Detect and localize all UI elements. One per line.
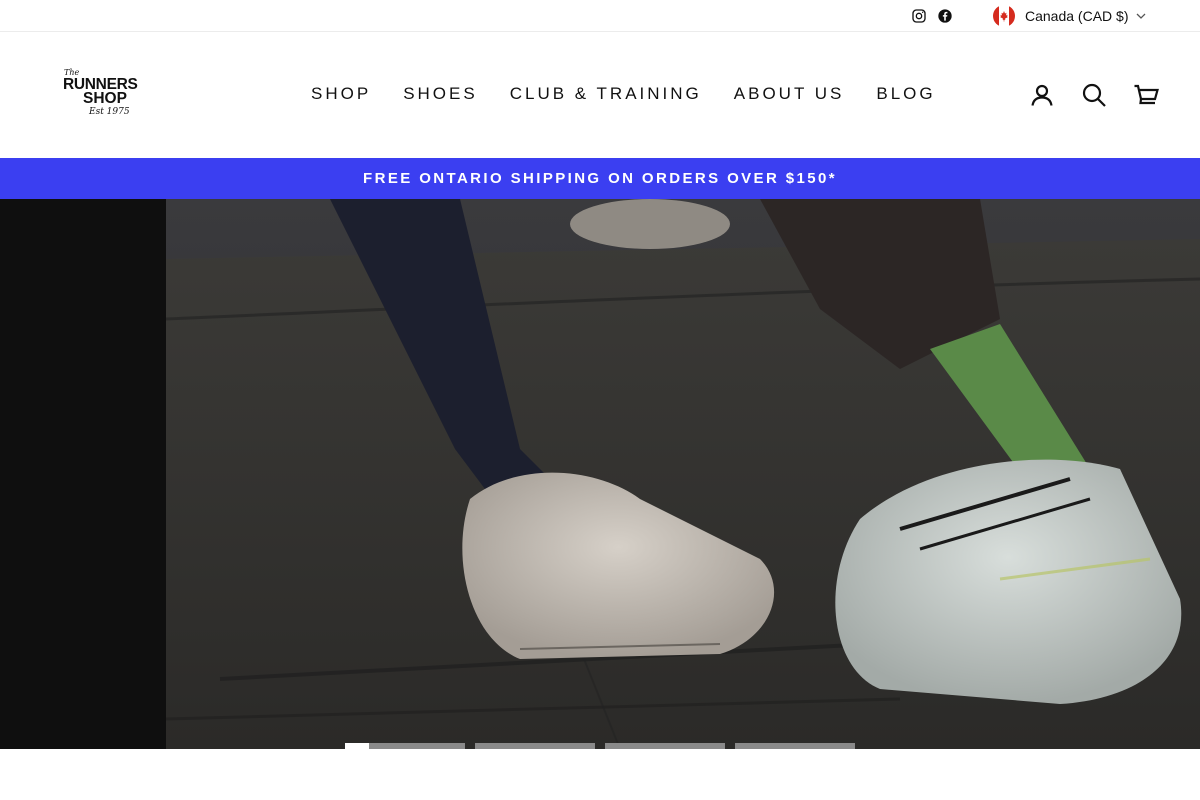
slide-indicator-3[interactable]	[605, 743, 725, 749]
nav-item-shoes[interactable]: SHOES	[403, 84, 478, 104]
slide-progress-fill	[345, 743, 369, 749]
hero-image	[0, 199, 1200, 749]
instagram-icon[interactable]	[910, 7, 927, 24]
account-icon[interactable]	[1029, 82, 1055, 108]
slideshow-pager	[345, 743, 855, 749]
announcement-bar[interactable]: FREE ONTARIO SHIPPING ON ORDERS OVER $15…	[0, 158, 1200, 199]
hero-slideshow[interactable]	[0, 199, 1200, 749]
search-icon[interactable]	[1081, 82, 1107, 108]
nav-item-blog[interactable]: BLOG	[876, 84, 935, 104]
utility-bar: Canada (CAD $)	[0, 0, 1200, 32]
slide-indicator-2[interactable]	[475, 743, 595, 749]
currency-selector[interactable]: Canada (CAD $)	[993, 5, 1147, 27]
nav-item-about-us[interactable]: ABOUT US	[734, 84, 845, 104]
site-header: The RUNNERS SHOP Est 1975 SHOP SHOES CLU…	[0, 32, 1200, 158]
canada-flag-icon	[993, 5, 1015, 27]
slide-indicator-4[interactable]	[735, 743, 855, 749]
nav-item-club-training[interactable]: CLUB & TRAINING	[510, 84, 702, 104]
slide-indicator-1[interactable]	[345, 743, 465, 749]
facebook-icon[interactable]	[936, 7, 953, 24]
svg-text:Est 1975: Est 1975	[88, 107, 130, 117]
currency-label: Canada (CAD $)	[1025, 8, 1129, 24]
svg-text:SHOP: SHOP	[83, 90, 127, 107]
main-nav: SHOP SHOES CLUB & TRAINING ABOUT US BLOG	[311, 84, 968, 104]
announcement-text: FREE ONTARIO SHIPPING ON ORDERS OVER $15…	[363, 170, 837, 187]
cart-icon[interactable]	[1133, 82, 1159, 108]
chevron-down-icon	[1136, 13, 1145, 19]
nav-item-shop[interactable]: SHOP	[311, 84, 371, 104]
runners-shop-logo[interactable]: The RUNNERS SHOP Est 1975	[60, 66, 160, 118]
